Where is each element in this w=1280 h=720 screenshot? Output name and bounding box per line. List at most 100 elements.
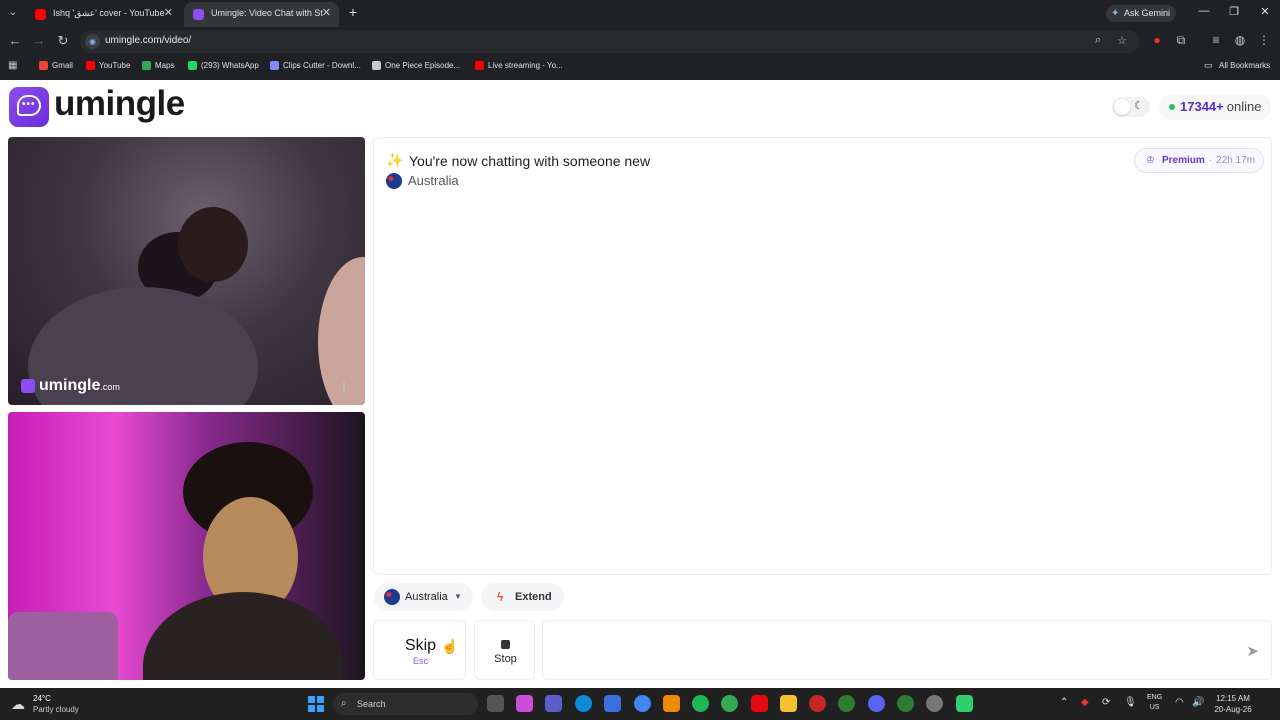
crown-icon: ♔ xyxy=(1146,155,1155,166)
minimize-icon[interactable]: — xyxy=(1197,5,1211,17)
close-tab-icon[interactable]: ✕ xyxy=(322,2,331,25)
bookmark-label: One Piece Episode... xyxy=(385,61,461,70)
bookmark-star-icon[interactable]: ☆ xyxy=(1117,34,1127,47)
volume-icon[interactable]: 🔊 xyxy=(1192,697,1204,708)
search-placeholder: Search xyxy=(357,699,386,709)
chrome-profile-icon[interactable] xyxy=(721,695,738,712)
app-green-icon[interactable] xyxy=(838,695,855,712)
app-teal-icon[interactable] xyxy=(956,695,973,712)
weather-temperature[interactable]: 24°C xyxy=(33,694,51,703)
weather-cloud-icon[interactable]: ☁ xyxy=(11,696,25,713)
tray-app-icon[interactable]: ◆ xyxy=(1081,697,1089,708)
microphone-icon[interactable]: 🎙 xyxy=(1124,697,1137,708)
spotify-icon[interactable] xyxy=(692,695,709,712)
restore-icon[interactable]: ❐ xyxy=(1227,5,1241,18)
ask-gemini-button[interactable]: ✦ Ask Gemini xyxy=(1106,5,1176,22)
australia-flag-icon xyxy=(384,589,400,605)
forward-icon[interactable]: → xyxy=(31,33,47,48)
tab-youtube[interactable]: Ishq 'عشق' cover - YouTube ✕ xyxy=(26,2,181,27)
media-controls-icon[interactable]: ≡ xyxy=(1209,33,1223,47)
watermark-text: umingle xyxy=(39,377,101,394)
extensions-puzzle-icon[interactable]: ⧉ xyxy=(1174,33,1188,48)
windows-start-icon[interactable] xyxy=(308,696,324,712)
chat-status-title: You're now chatting with someone new xyxy=(409,153,651,169)
app-red-icon[interactable] xyxy=(809,695,826,712)
online-counter: 17344+ online xyxy=(1159,94,1271,120)
app-gray-icon[interactable] xyxy=(926,695,943,712)
tray-sync-icon[interactable]: ⟳ xyxy=(1102,697,1110,708)
back-icon[interactable]: ← xyxy=(7,33,23,48)
discord-icon[interactable] xyxy=(868,695,885,712)
taskbar-search[interactable]: ⌕ Search xyxy=(333,693,478,715)
language-indicator[interactable]: ENG US xyxy=(1147,693,1162,713)
bookmark-label: Gmail xyxy=(52,61,73,70)
bookmark-one-piece[interactable]: One Piece Episode... xyxy=(372,61,460,70)
whatsapp-icon xyxy=(188,61,197,70)
app-icon[interactable] xyxy=(604,695,621,712)
tab-title: Ishq 'عشق' cover - YouTube xyxy=(53,8,165,18)
wifi-icon[interactable]: ◠ xyxy=(1175,697,1184,708)
toolbar: ← → ↻ ◉ umingle.com/video/ ⌕ ☆ xyxy=(0,29,1280,54)
toggle-knob xyxy=(1114,99,1130,115)
file-explorer-icon[interactable] xyxy=(780,695,797,712)
page: ••• umingle ☾ 17344+ online umingle.com ✨… xyxy=(0,80,1280,688)
theme-toggle[interactable]: ☾ xyxy=(1112,97,1150,117)
site-info-icon[interactable]: ◉ xyxy=(85,34,100,49)
all-bookmarks[interactable]: ▭ All Bookmarks xyxy=(1204,60,1270,70)
send-icon[interactable]: ➤ xyxy=(1246,642,1259,660)
app-green-icon[interactable] xyxy=(897,695,914,712)
bookmark-label: Live streaming - Yo... xyxy=(488,61,563,70)
close-window-icon[interactable]: ✕ xyxy=(1258,5,1272,18)
bookmark-live-streaming[interactable]: Live streaming - Yo... xyxy=(475,61,563,70)
address-bar[interactable]: ◉ umingle.com/video/ ⌕ ☆ xyxy=(80,30,1140,53)
tab-umingle[interactable]: Umingle: Video Chat with St ✕ xyxy=(184,2,339,27)
bookmark-youtube[interactable]: YouTube xyxy=(86,61,130,70)
umingle-watermark: umingle.com xyxy=(21,377,120,395)
country-filter-dropdown[interactable]: Australia ▼ xyxy=(374,583,473,611)
message-input[interactable]: ➤ xyxy=(542,620,1272,680)
bookmark-gmail[interactable]: Gmail xyxy=(39,61,73,70)
umingle-logo-icon[interactable]: ••• xyxy=(9,87,49,127)
close-tab-icon[interactable]: ✕ xyxy=(164,2,173,25)
moon-icon: ☾ xyxy=(1134,100,1144,112)
url-text: umingle.com/video/ xyxy=(105,35,192,46)
zoom-icon[interactable]: ⌕ xyxy=(1095,34,1101,47)
profile-icon[interactable]: ◍ xyxy=(1233,33,1247,47)
task-view-icon[interactable] xyxy=(487,695,504,712)
tray-overflow-icon[interactable]: ⌃ xyxy=(1060,697,1068,708)
system-clock[interactable]: 12:15 AM 20-Aug-26 xyxy=(1208,693,1258,715)
logo-text[interactable]: umingle xyxy=(54,84,185,124)
edge-icon[interactable] xyxy=(575,695,592,712)
premium-badge[interactable]: ♔ Premium · 22h 17m xyxy=(1134,148,1264,173)
menu-icon[interactable]: ⋮ xyxy=(1257,33,1271,47)
bookmark-whatsapp[interactable]: (293) WhatsApp xyxy=(188,61,259,70)
bookmark-maps[interactable]: Maps xyxy=(142,61,175,70)
australia-flag-icon xyxy=(386,173,402,189)
copilot-icon[interactable] xyxy=(516,695,533,712)
weather-description[interactable]: Partly cloudy xyxy=(33,705,79,714)
maps-icon xyxy=(142,61,151,70)
tab-bar: ⌄ Ishq 'عشق' cover - YouTube ✕ Umingle: … xyxy=(0,0,1280,27)
bookmark-label: (293) WhatsApp xyxy=(201,61,259,70)
language-code: ENG xyxy=(1147,694,1163,701)
new-tab-icon[interactable]: + xyxy=(347,4,359,20)
skip-shortcut-hint: Esc xyxy=(412,656,428,666)
extend-button[interactable]: ϟ Extend xyxy=(481,583,564,611)
extension-icon[interactable]: ● xyxy=(1150,33,1164,47)
teams-icon[interactable] xyxy=(545,695,562,712)
chat-panel: ✨ You're now chatting with someone new A… xyxy=(373,137,1272,575)
online-label: online xyxy=(1226,99,1262,114)
netflix-icon[interactable] xyxy=(751,695,768,712)
stop-button[interactable]: Stop xyxy=(474,620,535,680)
report-flag-icon[interactable] xyxy=(343,382,355,393)
vlc-icon[interactable] xyxy=(663,695,680,712)
chrome-icon[interactable] xyxy=(634,695,651,712)
reload-icon[interactable]: ↻ xyxy=(55,33,71,49)
bookmark-clips-cutter[interactable]: Clips Cutter - Downl... xyxy=(270,61,361,70)
premium-time: 22h 17m xyxy=(1216,155,1256,166)
online-status-dot xyxy=(1169,104,1175,110)
mouse-cursor-icon: ☝ xyxy=(441,638,459,654)
tab-search-icon[interactable]: ⌄ xyxy=(5,5,21,21)
clock-time: 12:15 AM xyxy=(1216,694,1250,703)
apps-grid-icon[interactable]: ▦ xyxy=(8,60,17,71)
